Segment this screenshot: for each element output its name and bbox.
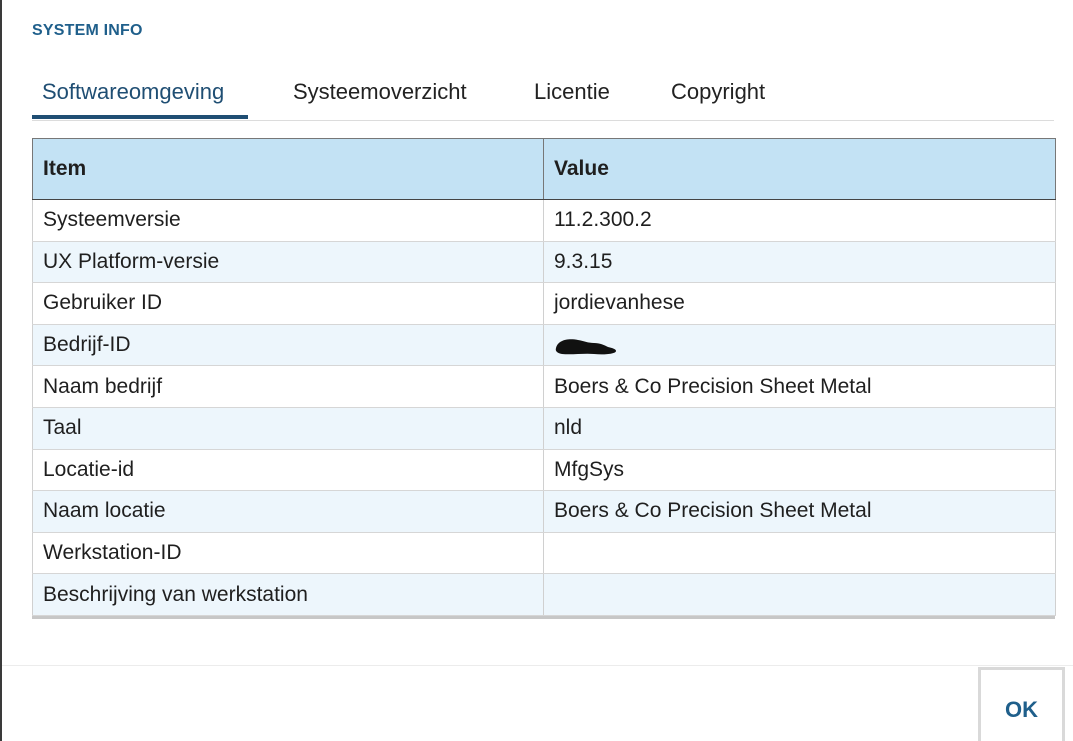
system-info-dialog: SYSTEM INFO Softwareomgeving Systeemover… <box>0 0 1073 741</box>
info-table: Item Value Systeemversie 11.2.300.2 UX P… <box>32 138 1056 616</box>
cell-item: Naam bedrijf <box>32 365 544 408</box>
table-row[interactable]: Taal nld <box>32 407 1056 450</box>
cell-value: nld <box>543 407 1056 450</box>
cell-item: Bedrijf-ID <box>32 324 544 367</box>
cell-value: MfgSys <box>543 449 1056 492</box>
cell-value: 9.3.15 <box>543 241 1056 284</box>
dialog-title: SYSTEM INFO <box>32 22 143 39</box>
cell-item: Systeemversie <box>32 199 544 242</box>
cell-item: Naam locatie <box>32 490 544 533</box>
table-header-row: Item Value <box>32 138 1056 200</box>
table-row[interactable]: Locatie-id MfgSys <box>32 449 1056 492</box>
tab-softwareomgeving[interactable]: Softwareomgeving <box>42 79 224 105</box>
cell-item: Locatie-id <box>32 449 544 492</box>
table-row[interactable]: Naam bedrijf Boers & Co Precision Sheet … <box>32 365 1056 408</box>
cell-value: 11.2.300.2 <box>543 199 1056 242</box>
footer-divider <box>2 665 1073 666</box>
table-row[interactable]: Beschrijving van werkstation <box>32 573 1056 616</box>
cell-value <box>543 324 1056 367</box>
column-header-item[interactable]: Item <box>32 138 544 200</box>
table-row[interactable]: UX Platform-versie 9.3.15 <box>32 241 1056 284</box>
table-row[interactable]: Gebruiker ID jordievanhese <box>32 282 1056 325</box>
info-grid[interactable]: Item Value Systeemversie 11.2.300.2 UX P… <box>32 138 1056 619</box>
column-header-value[interactable]: Value <box>543 138 1056 200</box>
cell-item: Werkstation-ID <box>32 532 544 575</box>
cell-item: Taal <box>32 407 544 450</box>
ok-button[interactable]: OK <box>978 667 1065 741</box>
table-row[interactable]: Systeemversie 11.2.300.2 <box>32 199 1056 242</box>
tab-copyright[interactable]: Copyright <box>671 79 765 105</box>
table-row[interactable]: Naam locatie Boers & Co Precision Sheet … <box>32 490 1056 533</box>
cell-value: Boers & Co Precision Sheet Metal <box>543 490 1056 533</box>
cell-item: Beschrijving van werkstation <box>32 573 544 616</box>
cell-item: UX Platform-versie <box>32 241 544 284</box>
redacted-mark <box>555 338 616 354</box>
cell-value <box>543 573 1056 616</box>
tab-systeemoverzicht[interactable]: Systeemoverzicht <box>293 79 467 105</box>
table-row[interactable]: Bedrijf-ID <box>32 324 1056 367</box>
cell-value: jordievanhese <box>543 282 1056 325</box>
tab-bar: Softwareomgeving Systeemoverzicht Licent… <box>32 68 1054 121</box>
active-tab-indicator <box>32 115 248 119</box>
cell-value: Boers & Co Precision Sheet Metal <box>543 365 1056 408</box>
tab-licentie[interactable]: Licentie <box>534 79 610 105</box>
cell-value <box>543 532 1056 575</box>
cell-item: Gebruiker ID <box>32 282 544 325</box>
table-row[interactable]: Werkstation-ID <box>32 532 1056 575</box>
